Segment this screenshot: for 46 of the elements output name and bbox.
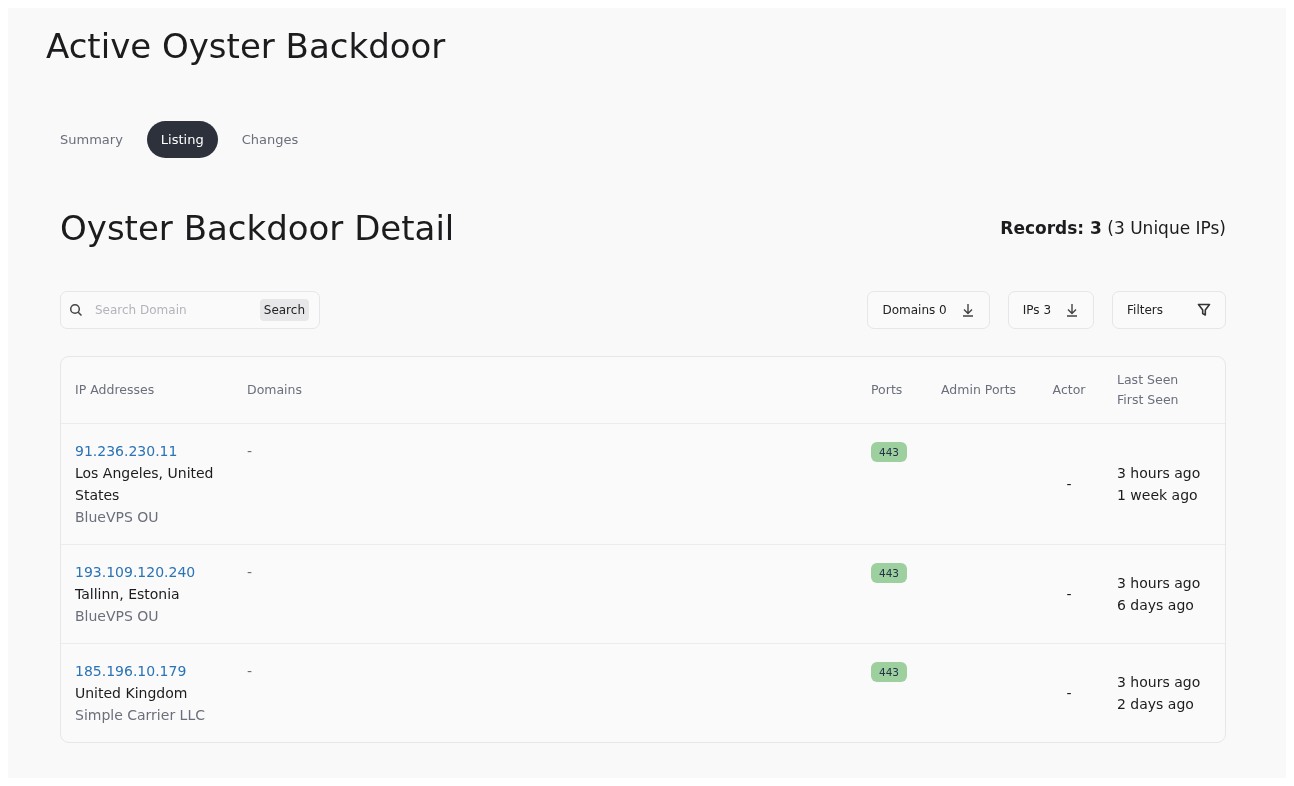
actor-cell-text: - — [1065, 475, 1073, 494]
location-text: Tallinn, Estonia — [75, 585, 181, 604]
download-icon — [960, 303, 975, 317]
column-header: Last Seen — [1117, 371, 1180, 389]
actor-cell-text: - — [1065, 585, 1073, 604]
last-seen-text: 3 hours ago — [1117, 673, 1202, 692]
domains-cell-text: - — [247, 662, 254, 681]
tab[interactable]: Summary — [46, 121, 137, 158]
location-text: United Kingdom — [75, 684, 189, 703]
section-title: Oyster Backdoor Detail — [60, 208, 455, 248]
ip-link[interactable]: 91.236.230.11 — [75, 440, 219, 462]
column-header: Domains — [247, 381, 304, 399]
provider-text: BlueVPS OU — [75, 607, 160, 626]
search-icon — [69, 303, 83, 317]
column-header: Ports — [871, 381, 904, 399]
actor-cell-text: - — [1065, 684, 1073, 703]
filters-button[interactable]: Filters — [1112, 291, 1226, 329]
domains-cell-text: - — [247, 563, 254, 582]
filter-icon — [1197, 303, 1211, 317]
tab[interactable]: Changes — [227, 121, 313, 158]
first-seen-text: 6 days ago — [1117, 596, 1195, 615]
column-header: Admin Ports — [941, 381, 1018, 399]
download-button[interactable]: IPs 3 — [1007, 291, 1094, 329]
column-header: First Seen — [1117, 391, 1180, 409]
domains-cell-text: - — [247, 442, 254, 461]
last-seen-text: 3 hours ago — [1117, 574, 1202, 593]
provider-text: BlueVPS OU — [75, 508, 160, 527]
column-header: IP Addresses — [75, 381, 156, 399]
port-badge: 443 — [871, 442, 908, 462]
last-seen-text: 3 hours ago — [1117, 464, 1202, 483]
provider-text: Simple Carrier LLC — [75, 706, 206, 725]
download-button[interactable]: Domains 0 — [867, 291, 990, 329]
ip-link[interactable]: 193.109.120.240 — [75, 561, 219, 583]
column-header: Actor — [1051, 381, 1087, 399]
search-button[interactable]: Search — [259, 299, 309, 321]
location-text: Los Angeles, United States — [75, 464, 215, 505]
port-badge: 443 — [871, 662, 908, 682]
tab[interactable]: Listing — [146, 121, 218, 158]
page-title: Active Oyster Backdoor — [46, 26, 447, 66]
records-count: Records: 3 (3 Unique IPs) — [1000, 218, 1226, 238]
first-seen-text: 2 days ago — [1117, 695, 1195, 714]
ip-link[interactable]: 185.196.10.179 — [75, 660, 219, 682]
port-badge: 443 — [871, 563, 908, 583]
first-seen-text: 1 week ago — [1117, 486, 1199, 505]
search-field[interactable]: Search Domain Search — [60, 291, 320, 329]
download-icon — [1065, 303, 1079, 317]
